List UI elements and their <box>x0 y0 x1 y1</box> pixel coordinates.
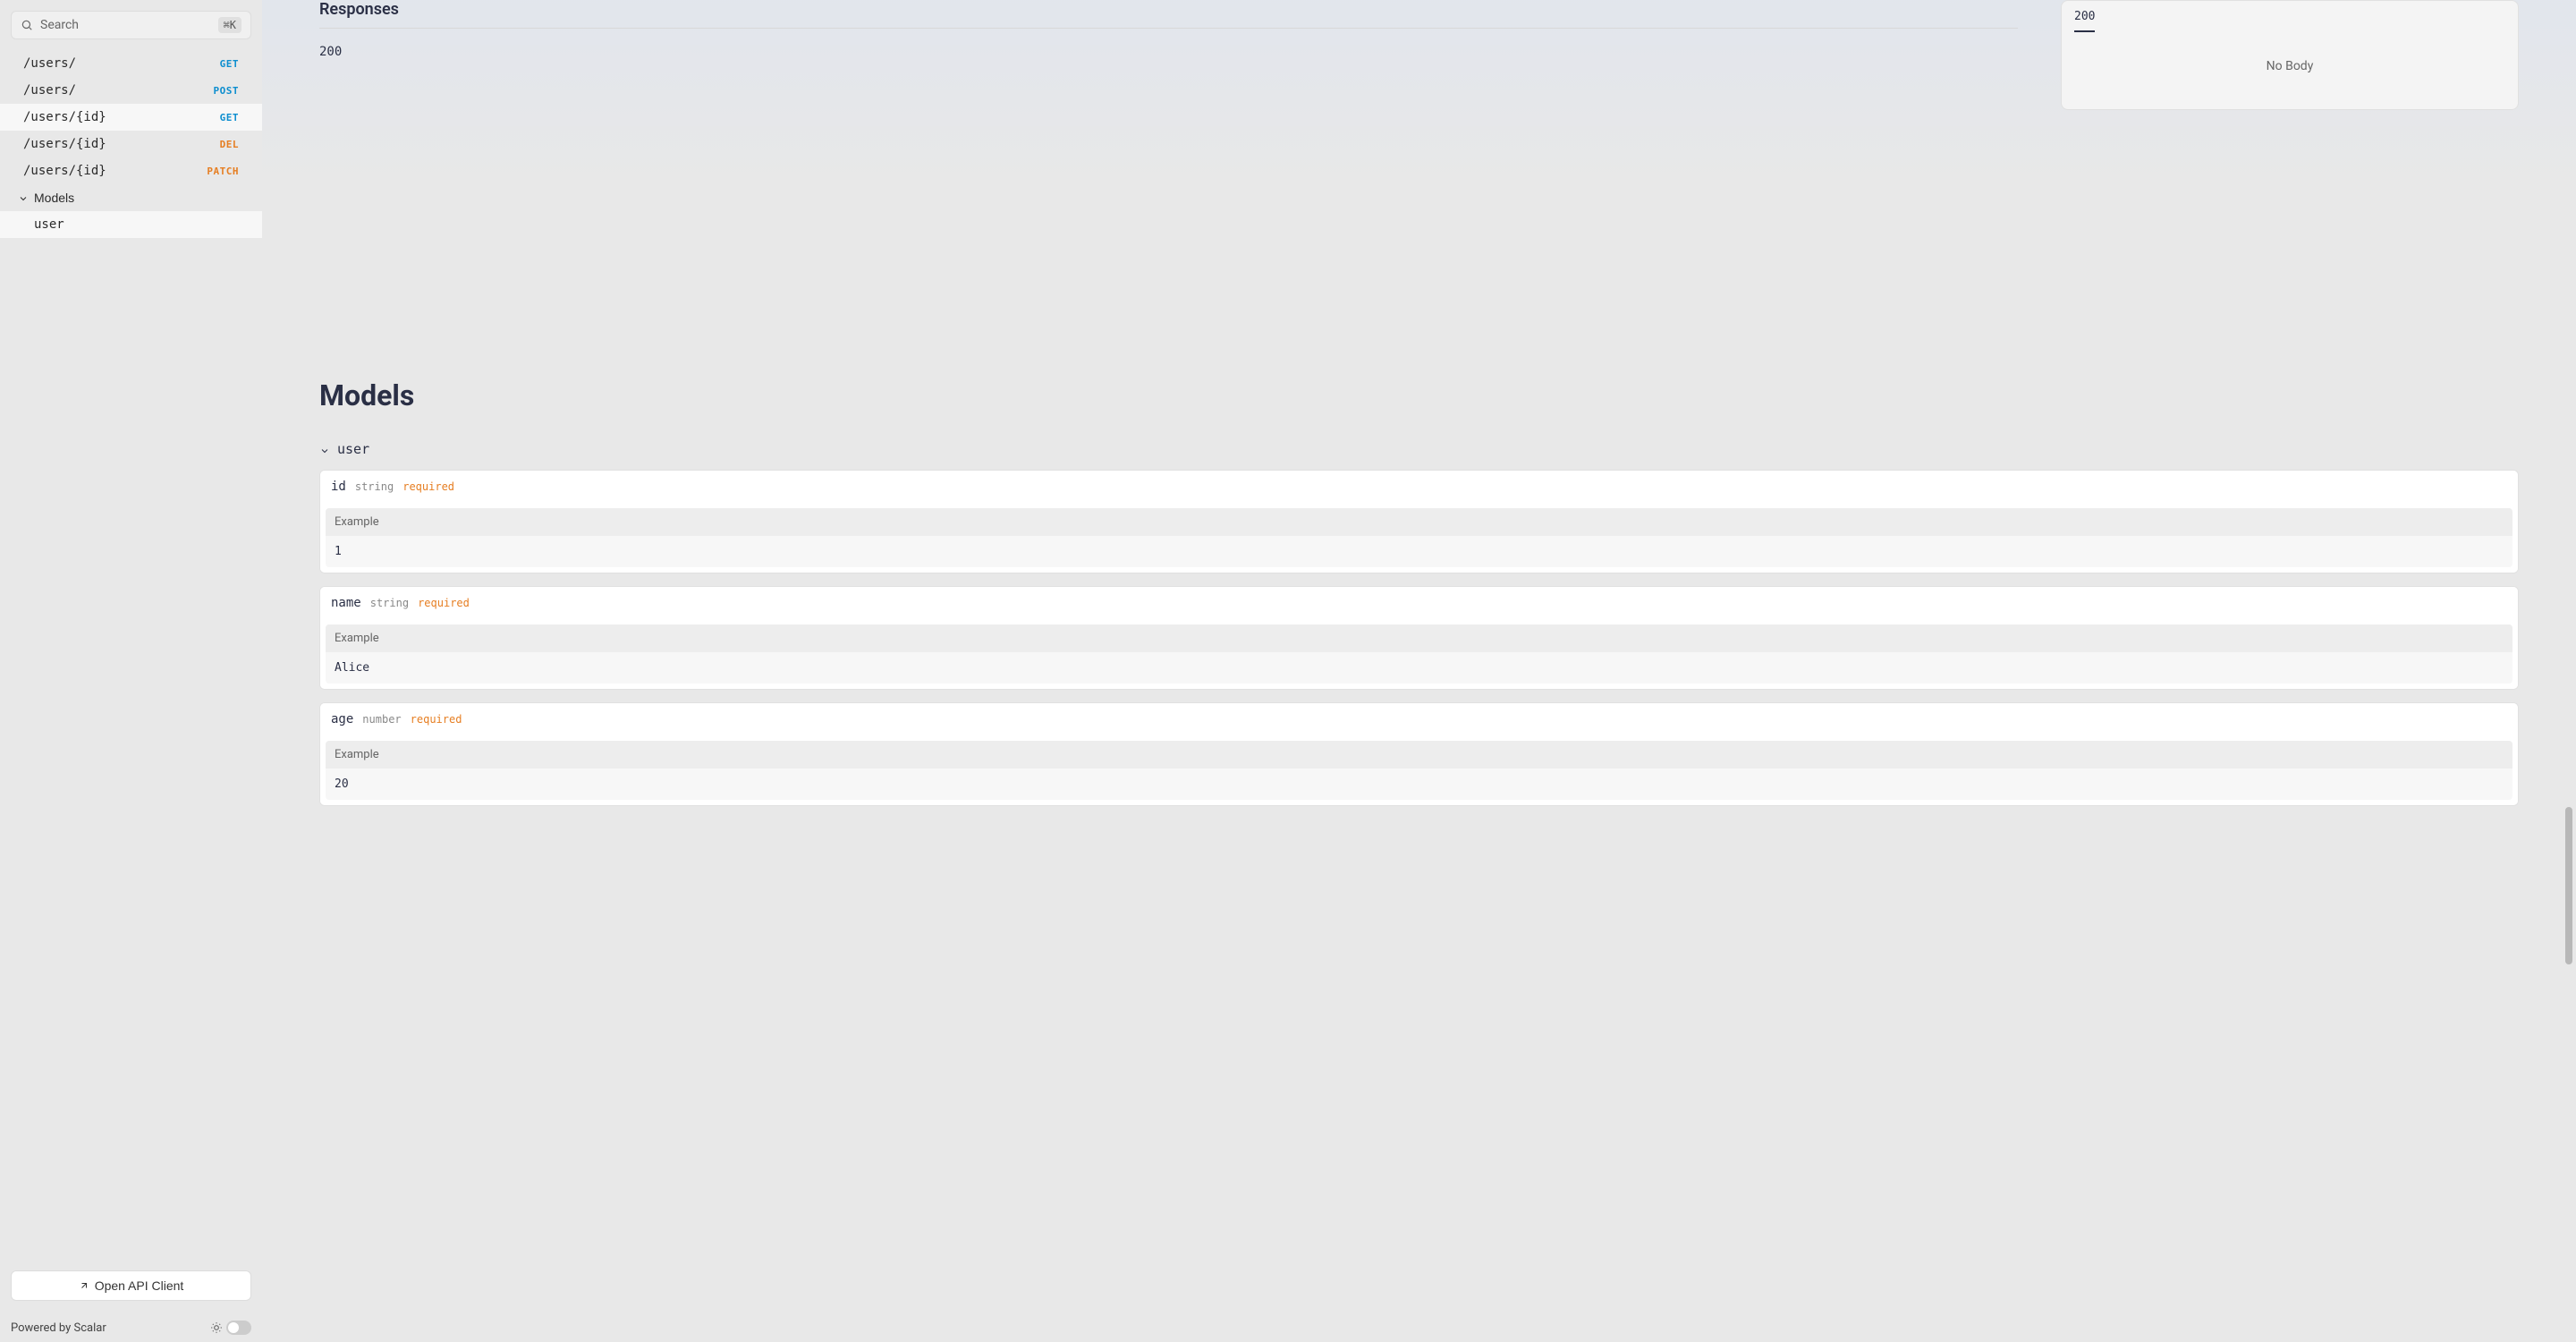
example-value: Alice <box>326 652 2512 684</box>
sidebar-nav: /users/ GET /users/ POST /users/{id} GET… <box>0 50 262 1260</box>
divider <box>319 28 2018 29</box>
property-name: name <box>331 596 361 610</box>
sidebar-model-label: user <box>34 217 64 232</box>
sidebar-group-models[interactable]: Models <box>0 184 262 211</box>
example-value: 20 <box>326 769 2512 800</box>
endpoint-users-post[interactable]: /users/ POST <box>0 77 262 104</box>
property-required: required <box>411 713 462 726</box>
arrow-up-right-icon <box>79 1280 89 1291</box>
endpoint-users-id-get[interactable]: /users/{id} GET <box>0 104 262 131</box>
example-value: 1 <box>326 536 2512 567</box>
endpoint-path: /users/ <box>23 83 76 98</box>
property-card: age number required Example 20 <box>319 702 2519 806</box>
property-required: required <box>418 597 470 609</box>
example-label: Example <box>326 624 2512 652</box>
endpoint-users-id-del[interactable]: /users/{id} DEL <box>0 131 262 157</box>
property-name: id <box>331 480 346 494</box>
open-api-client-button[interactable]: Open API Client <box>11 1270 251 1301</box>
sun-icon <box>210 1321 223 1334</box>
property-card: name string required Example Alice <box>319 586 2519 690</box>
method-badge: GET <box>220 58 239 70</box>
scrollbar[interactable] <box>2562 0 2574 1342</box>
sidebar-group-label: Models <box>34 191 74 205</box>
endpoint-path: /users/{id} <box>23 137 106 151</box>
endpoint-path: /users/{id} <box>23 110 106 124</box>
endpoint-path: /users/{id} <box>23 164 106 178</box>
sidebar-model-user[interactable]: user <box>0 211 262 238</box>
example-label: Example <box>326 741 2512 769</box>
property-required: required <box>402 480 454 493</box>
powered-by-label: Powered by Scalar <box>11 1321 106 1335</box>
theme-toggle[interactable] <box>210 1321 251 1335</box>
property-type: number <box>362 713 401 726</box>
sidebar: Search ⌘K /users/ GET /users/ POST /user… <box>0 0 262 1342</box>
scrollbar-thumb[interactable] <box>2563 805 2574 966</box>
model-user-toggle[interactable]: user <box>319 441 2519 457</box>
model-name: user <box>337 441 369 457</box>
endpoint-users-id-patch[interactable]: /users/{id} PATCH <box>0 157 262 184</box>
search-input[interactable]: Search ⌘K <box>11 11 251 39</box>
search-placeholder: Search <box>40 18 211 32</box>
chevron-down-icon <box>319 444 330 454</box>
method-badge: PATCH <box>207 166 239 177</box>
response-body-empty: No Body <box>2062 32 2518 109</box>
method-badge: POST <box>214 85 240 97</box>
search-shortcut: ⌘K <box>218 17 242 33</box>
api-client-label: Open API Client <box>95 1278 184 1293</box>
models-heading: Models <box>319 378 2519 412</box>
method-badge: DEL <box>220 139 239 150</box>
response-tab-200[interactable]: 200 <box>2074 10 2095 32</box>
response-panel: 200 No Body <box>2061 0 2519 110</box>
endpoint-users-get[interactable]: /users/ GET <box>0 50 262 77</box>
method-badge: GET <box>220 112 239 123</box>
property-card: id string required Example 1 <box>319 470 2519 573</box>
chevron-down-icon <box>18 192 29 203</box>
property-type: string <box>355 480 394 493</box>
responses-heading: Responses <box>319 0 2018 19</box>
response-code: 200 <box>319 45 2018 59</box>
example-label: Example <box>326 508 2512 536</box>
property-type: string <box>370 597 409 609</box>
endpoint-path: /users/ <box>23 56 76 71</box>
main-content: Responses 200 200 No Body Models user <box>262 0 2576 1342</box>
property-name: age <box>331 712 353 726</box>
search-icon <box>21 19 33 31</box>
